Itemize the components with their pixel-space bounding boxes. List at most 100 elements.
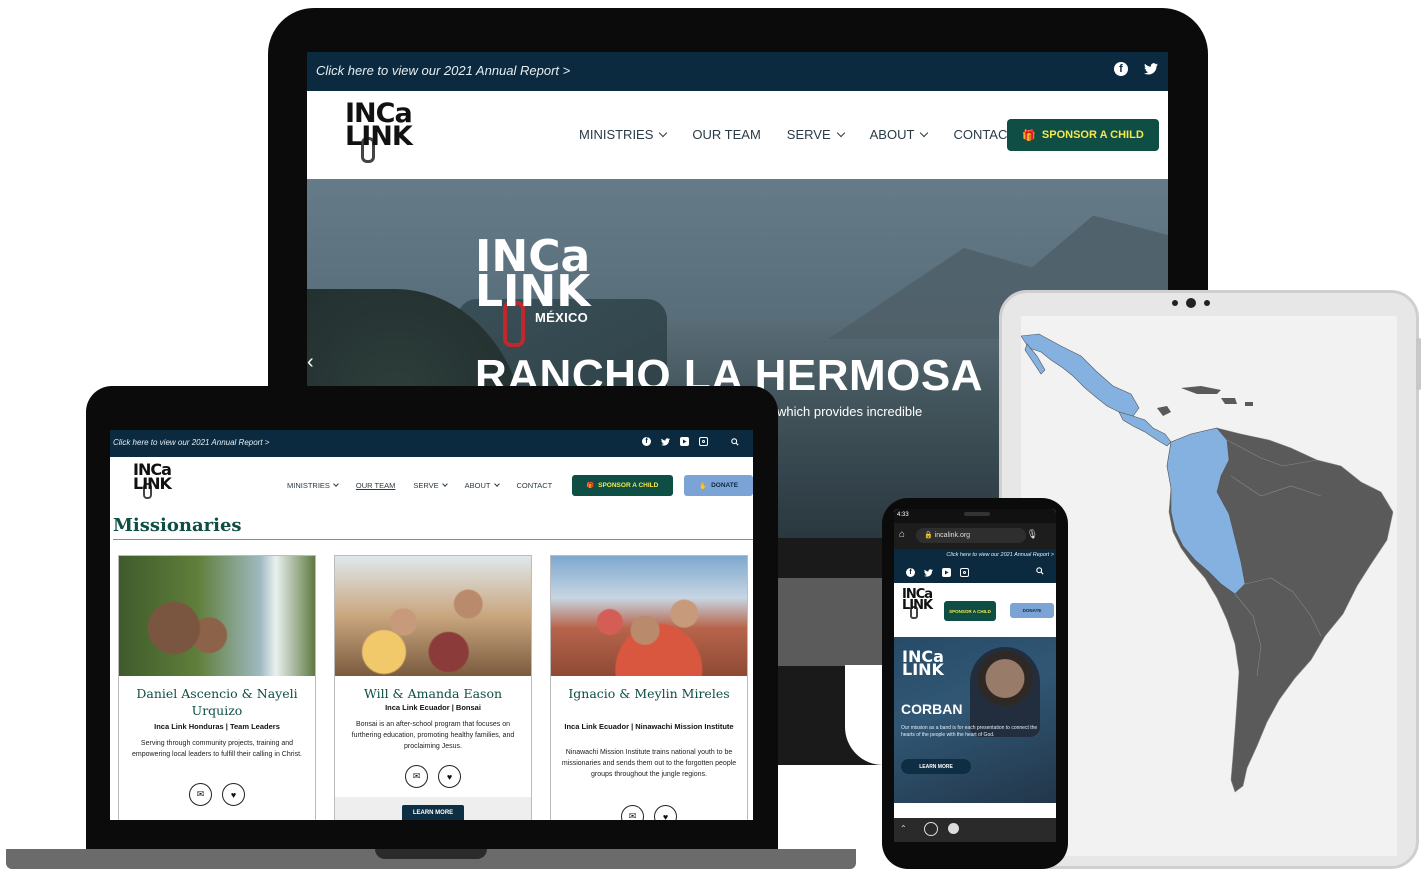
inca-link-logo[interactable]: INCa LINK <box>902 588 933 620</box>
hero-title: CORBAN <box>901 701 963 717</box>
missionary-role: Inca Link Ecuador | Bonsai <box>385 703 481 712</box>
donate-icon[interactable]: ♥ <box>222 783 245 806</box>
hero-subtitle: which provides incredible <box>777 404 923 419</box>
annual-report-link[interactable]: Click here to view our 2021 Annual Repor… <box>946 552 1054 558</box>
phone-status-bar: 4:33 <box>894 509 1056 523</box>
twitter-icon[interactable] <box>924 568 933 577</box>
desktop-menu: MINISTRIES OUR TEAM SERVE ABOUT CONTACT <box>579 127 1015 142</box>
inca-link-logo[interactable]: INCa LINK <box>345 100 413 163</box>
inca-link-mexico-logo: INCa LINK <box>475 235 590 348</box>
facebook-icon[interactable]: f <box>906 568 915 577</box>
menu-our-team[interactable]: OUR TEAM <box>356 481 395 490</box>
missionary-name: Ignacio & Meylin Mireles <box>568 686 730 701</box>
microphone-icon[interactable]: 🎙 <box>1027 529 1038 540</box>
instagram-icon[interactable] <box>960 568 969 577</box>
missionary-description: Serving through community projects, trai… <box>131 740 303 758</box>
missionary-card: Will & Amanda Eason Inca Link Ecuador | … <box>334 555 532 820</box>
phone-top-bar: Click here to view our 2021 Annual Repor… <box>894 549 1056 583</box>
learn-more-button[interactable]: LEARN MORE <box>901 759 971 774</box>
laptop-top-bar: Click here to view our 2021 Annual Repor… <box>110 430 753 457</box>
tablet-screen-map <box>1021 316 1397 856</box>
menu-our-team[interactable]: OUR TEAM <box>692 127 760 142</box>
email-icon[interactable]: ✉ <box>189 783 212 806</box>
missionary-description: Ninawachi Mission Institute trains natio… <box>561 749 737 778</box>
sponsor-a-child-button[interactable]: 🎁 SPONSOR A CHILD <box>1007 119 1159 151</box>
twitter-icon[interactable] <box>1144 62 1158 76</box>
search-icon[interactable] <box>1036 567 1044 577</box>
app-icon[interactable] <box>948 823 959 834</box>
phone-main-nav: INCa LINK SPONSOR A CHILD DONATE <box>894 583 1056 637</box>
social-links: f <box>906 568 969 577</box>
menu-ministries[interactable]: MINISTRIES <box>287 481 339 490</box>
card-actions: ✉ ♥ <box>551 805 747 820</box>
facebook-icon[interactable]: f <box>1114 62 1128 76</box>
gift-icon: 🎁 <box>1022 129 1036 142</box>
instagram-icon[interactable] <box>699 437 708 446</box>
menu-contact[interactable]: CONTACT <box>517 481 553 490</box>
card-actions: ✉ ♥ <box>119 783 315 806</box>
map-central-america <box>1118 411 1172 447</box>
phone-bottom-bar: ⌃ <box>894 818 1056 842</box>
menu-about[interactable]: ABOUT <box>465 481 500 490</box>
card-actions: ✉ ♥ <box>335 765 531 788</box>
email-icon[interactable]: ✉ <box>621 805 644 820</box>
laptop-screen: Click here to view our 2021 Annual Repor… <box>110 430 753 820</box>
email-icon[interactable]: ✉ <box>405 765 428 788</box>
donate-button[interactable]: DONATE <box>1010 603 1054 618</box>
missionary-role: Inca Link Ecuador | Ninawachi Mission In… <box>564 722 734 731</box>
donate-button[interactable]: ✋ DONATE <box>684 475 753 496</box>
youtube-icon[interactable] <box>680 437 689 446</box>
chevron-down-icon <box>441 481 448 487</box>
missionary-photo <box>551 556 747 676</box>
page-title: Missionaries <box>113 515 242 536</box>
menu-serve[interactable]: SERVE <box>413 481 448 490</box>
missionary-photo <box>119 556 315 676</box>
chevron-down-icon <box>333 481 339 487</box>
missionary-name: Will & Amanda Eason <box>363 686 503 701</box>
slider-prev-arrow-icon[interactable]: ‹ <box>307 351 314 374</box>
inca-link-logo: INCa LINK <box>902 647 944 679</box>
gift-icon: 🎁 <box>586 483 595 489</box>
hero-text: Our mission as a band is for each presen… <box>901 725 1038 738</box>
search-icon[interactable] <box>730 437 739 446</box>
map-mexico <box>1021 333 1140 417</box>
tabs-icon[interactable] <box>924 822 938 836</box>
twitter-icon[interactable] <box>661 437 670 446</box>
social-links: f <box>642 437 739 446</box>
missionary-description: Bonsai is an after-school program that f… <box>351 721 515 750</box>
url-field[interactable]: 🔒 incalink.org <box>916 528 1026 543</box>
youtube-icon[interactable] <box>942 568 951 577</box>
chevron-down-icon <box>493 481 500 487</box>
annual-report-link[interactable]: Click here to view our 2021 Annual Repor… <box>113 438 269 447</box>
browser-address-bar: ⌂ 🔒 incalink.org 🎙 <box>894 523 1056 549</box>
phone-hero: INCa LINK CORBAN Our mission as a band is… <box>894 637 1056 803</box>
missionary-role: Inca Link Honduras | Team Leaders <box>154 722 280 731</box>
hero-region-label: MÉXICO <box>535 310 589 325</box>
divider <box>113 539 753 540</box>
monitor-stand-neck <box>777 578 883 666</box>
chevron-up-icon[interactable]: ⌃ <box>900 824 907 833</box>
hand-heart-icon: ✋ <box>698 482 708 490</box>
inca-link-logo[interactable]: INCa LINK <box>133 462 172 500</box>
laptop-menu: MINISTRIES OUR TEAM SERVE ABOUT CONTACT <box>287 481 552 490</box>
missionary-card: Ignacio & Meylin Mireles Inca Link Ecuad… <box>550 555 748 820</box>
menu-ministries[interactable]: MINISTRIES <box>579 127 668 142</box>
missionary-photo <box>335 556 531 676</box>
latin-america-map <box>1021 333 1394 793</box>
learn-more-button[interactable]: LEARN MORE <box>402 805 464 820</box>
donate-icon[interactable]: ♥ <box>654 805 677 820</box>
sponsor-a-child-button[interactable]: SPONSOR A CHILD <box>944 601 996 621</box>
menu-serve[interactable]: SERVE <box>787 127 845 142</box>
donate-icon[interactable]: ♥ <box>438 765 461 788</box>
status-time: 4:33 <box>897 512 909 518</box>
home-icon[interactable]: ⌂ <box>899 529 905 540</box>
social-links: f <box>1114 62 1158 76</box>
tablet-side-button <box>1416 338 1421 390</box>
sponsor-a-child-button[interactable]: 🎁 SPONSOR A CHILD <box>572 475 673 496</box>
menu-about[interactable]: ABOUT <box>870 127 929 142</box>
facebook-icon[interactable]: f <box>642 437 651 446</box>
chevron-down-icon <box>836 128 845 138</box>
annual-report-link[interactable]: Click here to view our 2021 Annual Repor… <box>316 63 570 78</box>
chevron-down-icon <box>920 128 929 138</box>
phone-screen: 4:33 ⌂ 🔒 incalink.org 🎙 Click here to vi… <box>894 509 1056 842</box>
